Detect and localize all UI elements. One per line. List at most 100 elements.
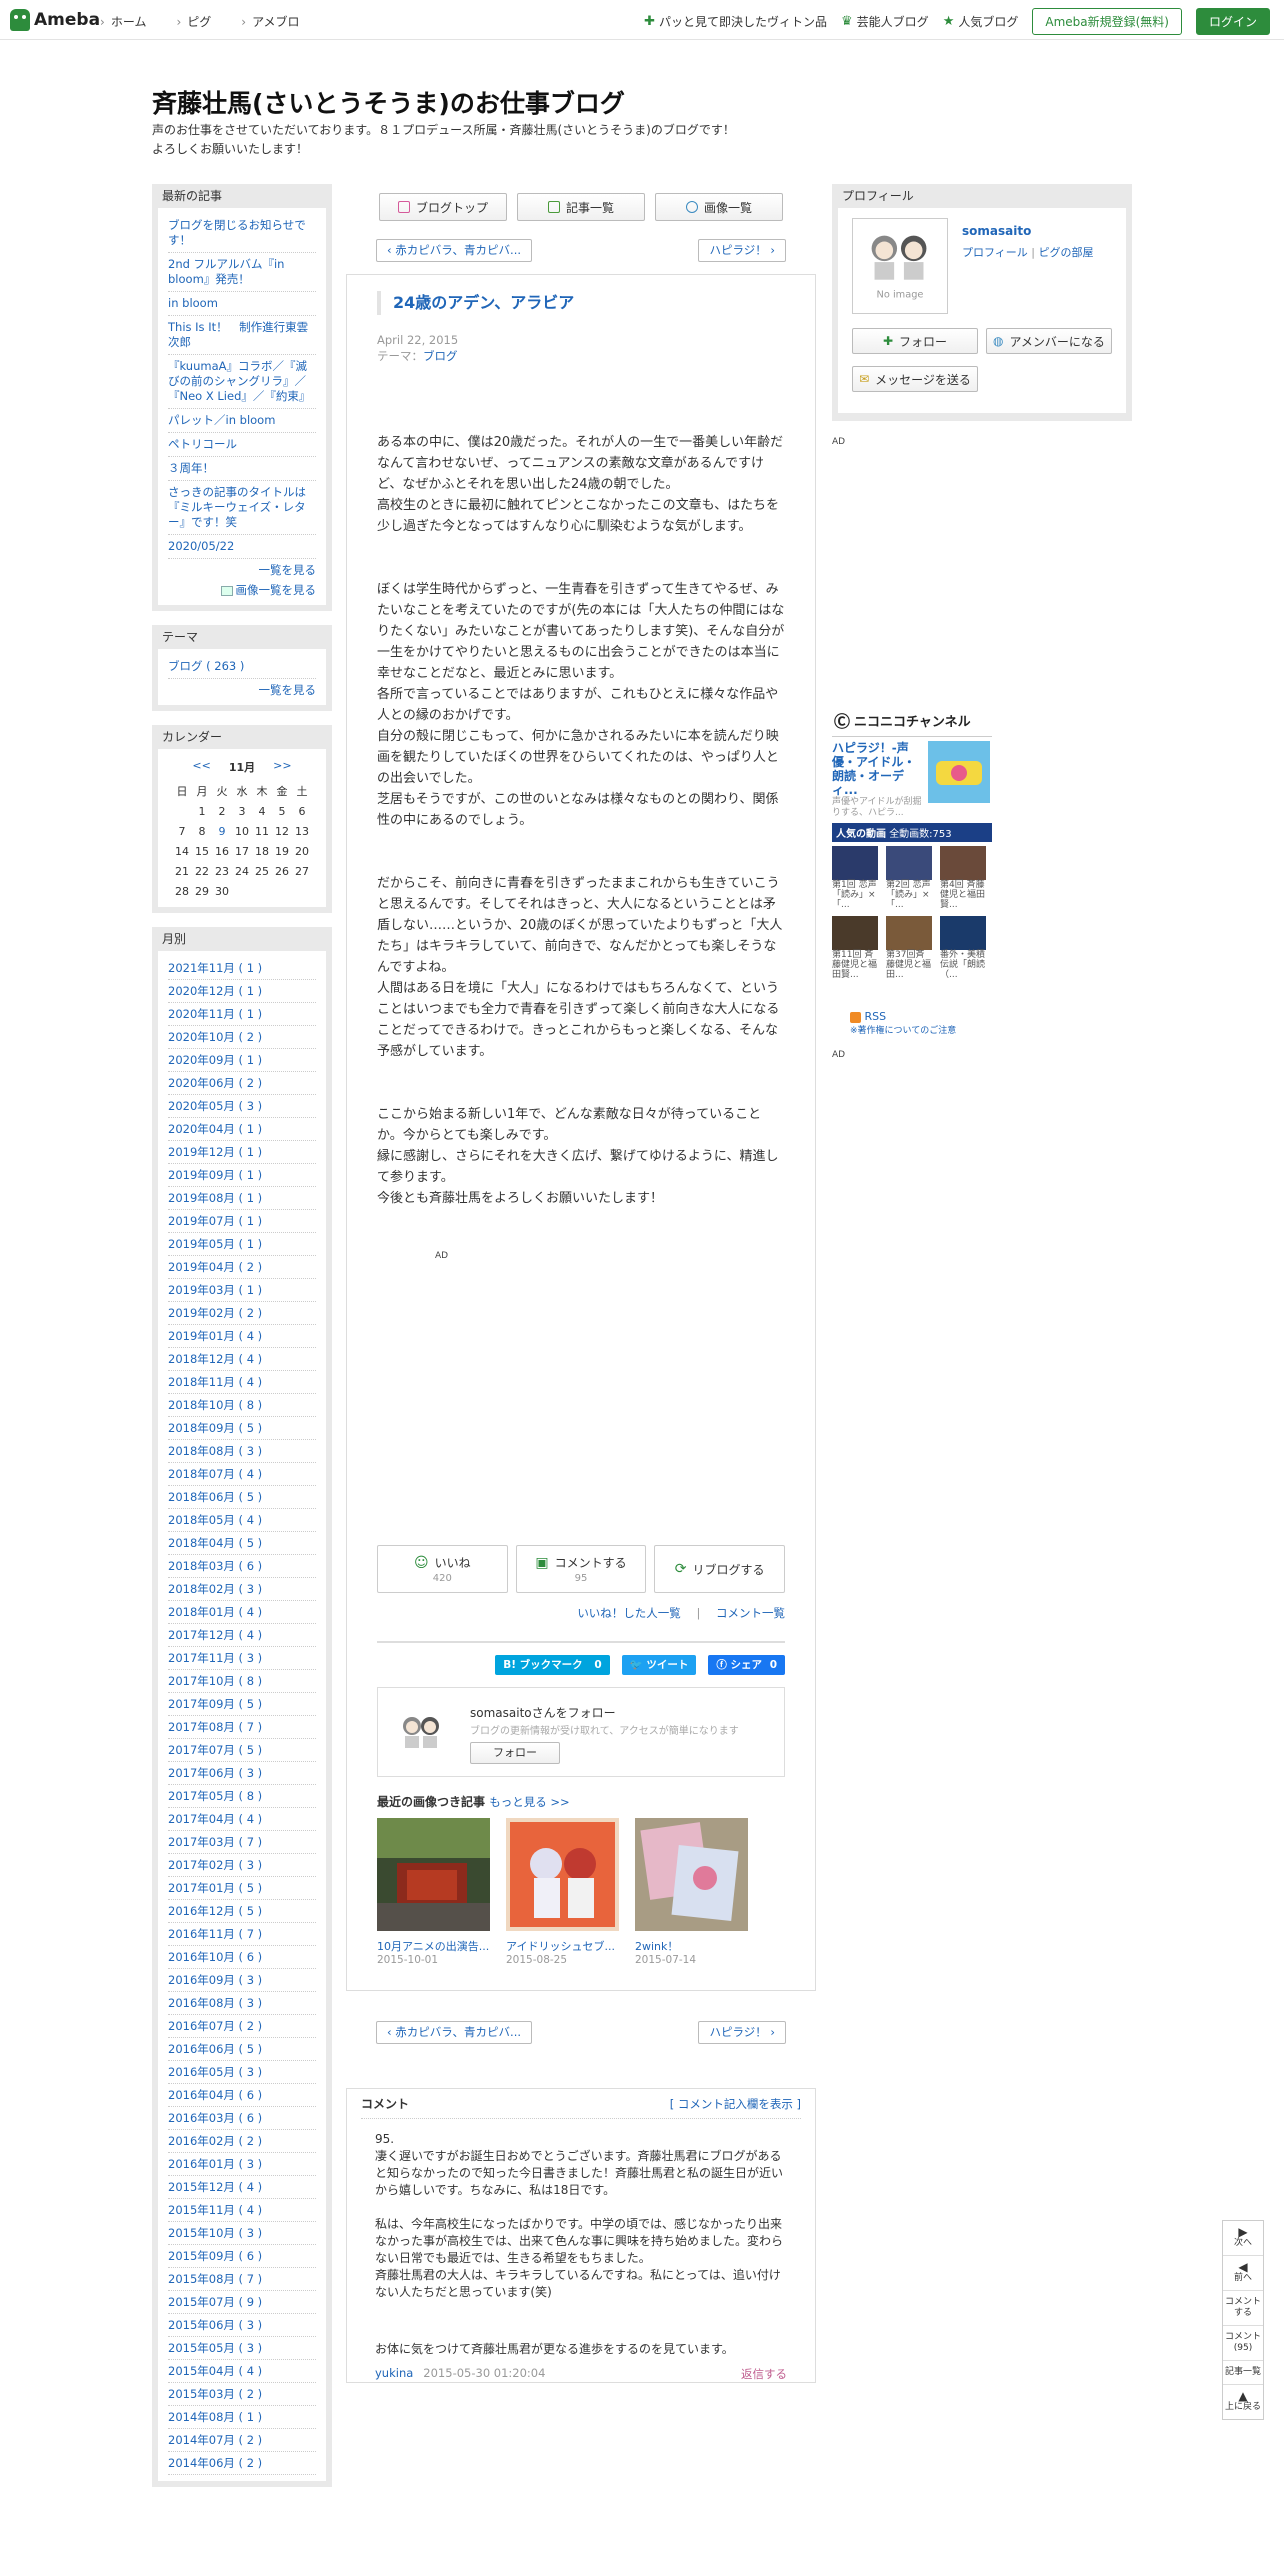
prev-article-float[interactable]: ◀ 前へ bbox=[1223, 2256, 1263, 2291]
monthly-archive-link[interactable]: 2020年10月 ( 2 ) bbox=[168, 1026, 316, 1049]
monthly-archive-link[interactable]: 2018年03月 ( 6 ) bbox=[168, 1555, 316, 1578]
monthly-archive-link[interactable]: 2018年11月 ( 4 ) bbox=[168, 1371, 316, 1394]
prev-article-button[interactable]: ‹ 赤カピバラ、青カピバ... bbox=[376, 239, 533, 262]
monthly-archive-link[interactable]: 2017年10月 ( 8 ) bbox=[168, 1670, 316, 1693]
calendar-prev[interactable]: << bbox=[192, 759, 210, 775]
theme-item[interactable]: ブログ ( 263 ) bbox=[168, 655, 316, 679]
monthly-archive-link[interactable]: 2020年12月 ( 1 ) bbox=[168, 980, 316, 1003]
comment-author[interactable]: yukina bbox=[375, 2366, 413, 2380]
monthly-archive-link[interactable]: 2018年08月 ( 3 ) bbox=[168, 1440, 316, 1463]
like-button[interactable]: ☺ いいね 420 bbox=[377, 1545, 508, 1593]
pigg-room-link[interactable]: ピグの部屋 bbox=[1039, 246, 1094, 259]
monthly-archive-link[interactable]: 2017年06月 ( 3 ) bbox=[168, 1762, 316, 1785]
monthly-archive-link[interactable]: 2019年08月 ( 1 ) bbox=[168, 1187, 316, 1210]
profile-name[interactable]: somasaito bbox=[962, 224, 1031, 238]
amember-button[interactable]: ◍ アメンバーになる bbox=[986, 328, 1112, 354]
monthly-archive-link[interactable]: 2019年03月 ( 1 ) bbox=[168, 1279, 316, 1302]
image-list-link[interactable]: 画像一覧を見る bbox=[168, 579, 316, 599]
monthly-archive-link[interactable]: 2018年02月 ( 3 ) bbox=[168, 1578, 316, 1601]
popular-video[interactable]: 第1回 恋声「読み」×「... bbox=[832, 846, 878, 910]
monthly-archive-link[interactable]: 2019年05月 ( 1 ) bbox=[168, 1233, 316, 1256]
latest-post-link[interactable]: パレット／in bloom bbox=[168, 409, 316, 433]
monthly-archive-link[interactable]: 2019年04月 ( 2 ) bbox=[168, 1256, 316, 1279]
reblog-button[interactable]: ⟳ リブログする bbox=[654, 1545, 786, 1593]
header-link-vuitton[interactable]: ✚ パッと見て即決したヴィトン品 bbox=[644, 13, 827, 30]
monthly-archive-link[interactable]: 2015年04月 ( 4 ) bbox=[168, 2360, 316, 2383]
monthly-archive-link[interactable]: 2017年11月 ( 3 ) bbox=[168, 1647, 316, 1670]
monthly-archive-link[interactable]: 2016年10月 ( 6 ) bbox=[168, 1946, 316, 1969]
tab-image-list[interactable]: 画像一覧 bbox=[655, 193, 783, 221]
monthly-archive-link[interactable]: 2016年02月 ( 2 ) bbox=[168, 2130, 316, 2153]
theme-more-link[interactable]: 一覧を見る bbox=[168, 679, 317, 699]
latest-post-link[interactable]: This Is It！ 制作進行東雲次郎 bbox=[168, 316, 316, 355]
monthly-archive-link[interactable]: 2018年07月 ( 4 ) bbox=[168, 1463, 316, 1486]
register-button[interactable]: Ameba新規登録(無料) bbox=[1032, 8, 1182, 35]
monthly-archive-link[interactable]: 2019年12月 ( 1 ) bbox=[168, 1141, 316, 1164]
monthly-archive-link[interactable]: 2015年08月 ( 7 ) bbox=[168, 2268, 316, 2291]
latest-post-link[interactable]: さっきの記事のタイトルは『ミルキーウェイズ・レター』です！笑 bbox=[168, 481, 316, 535]
header-link-popular[interactable]: ★ 人気ブログ bbox=[943, 13, 1019, 30]
comment-button[interactable]: ▣ コメントする 95 bbox=[515, 1545, 647, 1593]
article-theme-link[interactable]: ブログ bbox=[423, 349, 458, 363]
popular-video[interactable]: 第4回 斉藤健児と福田賢... bbox=[940, 846, 986, 910]
monthly-archive-link[interactable]: 2019年09月 ( 1 ) bbox=[168, 1164, 316, 1187]
monthly-archive-link[interactable]: 2016年09月 ( 3 ) bbox=[168, 1969, 316, 1992]
latest-post-link[interactable]: 2nd フルアルバム『in bloom』発売！ bbox=[168, 253, 316, 292]
monthly-archive-link[interactable]: 2016年12月 ( 5 ) bbox=[168, 1900, 316, 1923]
nav-ameblo[interactable]: アメブロ bbox=[241, 13, 299, 30]
follow-button[interactable]: フォロー bbox=[470, 1742, 560, 1764]
comment-float[interactable]: コメントする bbox=[1223, 2291, 1263, 2326]
popular-video[interactable]: 第2回 恋声「読み」×「... bbox=[886, 846, 932, 910]
monthly-archive-link[interactable]: 2019年02月 ( 2 ) bbox=[168, 1302, 316, 1325]
calendar-day[interactable]: 9 bbox=[212, 821, 232, 841]
monthly-archive-link[interactable]: 2021年11月 ( 1 ) bbox=[168, 957, 316, 980]
monthly-archive-link[interactable]: 2017年09月 ( 5 ) bbox=[168, 1693, 316, 1716]
monthly-archive-link[interactable]: 2018年04月 ( 5 ) bbox=[168, 1532, 316, 1555]
monthly-archive-link[interactable]: 2016年04月 ( 6 ) bbox=[168, 2084, 316, 2107]
recent-post[interactable]: 10月アニメの出演告... 2015-10-01 bbox=[377, 1818, 490, 1966]
monthly-archive-link[interactable]: 2019年01月 ( 4 ) bbox=[168, 1325, 316, 1348]
rss-link[interactable]: RSS bbox=[850, 1010, 956, 1023]
monthly-archive-link[interactable]: 2018年10月 ( 8 ) bbox=[168, 1394, 316, 1417]
recent-post[interactable]: アイドリッシュセブ... 2015-08-25 bbox=[506, 1818, 619, 1966]
next-article-button[interactable]: ハピラジ！ › bbox=[698, 2021, 786, 2044]
monthly-archive-link[interactable]: 2014年08月 ( 1 ) bbox=[168, 2406, 316, 2429]
popular-video[interactable]: 第37回斉藤健児と福田... bbox=[886, 916, 932, 980]
monthly-archive-link[interactable]: 2016年03月 ( 6 ) bbox=[168, 2107, 316, 2130]
latest-post-link[interactable]: 『kuumaA』コラボ／『滅びの前のシャングリラ』／『Neo X Lied』／『… bbox=[168, 355, 316, 409]
monthly-archive-link[interactable]: 2017年04月 ( 4 ) bbox=[168, 1808, 316, 1831]
monthly-archive-link[interactable]: 2015年06月 ( 3 ) bbox=[168, 2314, 316, 2337]
monthly-archive-link[interactable]: 2016年11月 ( 7 ) bbox=[168, 1923, 316, 1946]
monthly-archive-link[interactable]: 2017年12月 ( 4 ) bbox=[168, 1624, 316, 1647]
monthly-archive-link[interactable]: 2018年12月 ( 4 ) bbox=[168, 1348, 316, 1371]
login-button[interactable]: ログイン bbox=[1195, 8, 1270, 35]
monthly-archive-link[interactable]: 2016年01月 ( 3 ) bbox=[168, 2153, 316, 2176]
monthly-archive-link[interactable]: 2020年06月 ( 2 ) bbox=[168, 1072, 316, 1095]
monthly-archive-link[interactable]: 2020年04月 ( 1 ) bbox=[168, 1118, 316, 1141]
blog-title[interactable]: 斉藤壮馬(さいとうそうま)のお仕事ブログ bbox=[152, 84, 625, 120]
nav-home[interactable]: ホーム bbox=[100, 13, 147, 30]
monthly-archive-link[interactable]: 2018年05月 ( 4 ) bbox=[168, 1509, 316, 1532]
comment-list-link[interactable]: コメント一覧 bbox=[716, 1606, 785, 1620]
monthly-archive-link[interactable]: 2017年03月 ( 7 ) bbox=[168, 1831, 316, 1854]
tab-blog-top[interactable]: ブログトップ bbox=[379, 193, 507, 221]
monthly-archive-link[interactable]: 2017年08月 ( 7 ) bbox=[168, 1716, 316, 1739]
popular-video[interactable]: 第11回 斉藤健児と福田賢... bbox=[832, 916, 878, 980]
monthly-archive-link[interactable]: 2016年06月 ( 5 ) bbox=[168, 2038, 316, 2061]
monthly-archive-link[interactable]: 2017年05月 ( 8 ) bbox=[168, 1785, 316, 1808]
nav-pigg[interactable]: ピグ bbox=[176, 13, 211, 30]
monthly-archive-link[interactable]: 2015年09月 ( 6 ) bbox=[168, 2245, 316, 2268]
monthly-archive-link[interactable]: 2015年05月 ( 3 ) bbox=[168, 2337, 316, 2360]
reply-link[interactable]: 返信する bbox=[741, 2366, 787, 2382]
monthly-archive-link[interactable]: 2015年11月 ( 4 ) bbox=[168, 2199, 316, 2222]
header-link-celebrity[interactable]: ♛ 芸能人ブログ bbox=[841, 13, 929, 30]
monthly-archive-link[interactable]: 2016年05月 ( 3 ) bbox=[168, 2061, 316, 2084]
tweet-button[interactable]: 🐦 ツイート bbox=[621, 1655, 697, 1675]
monthly-archive-link[interactable]: 2016年07月 ( 2 ) bbox=[168, 2015, 316, 2038]
monthly-archive-link[interactable]: 2015年03月 ( 2 ) bbox=[168, 2383, 316, 2406]
comment-count-float[interactable]: コメント(95) bbox=[1223, 2326, 1263, 2361]
copyright-notice-link[interactable]: ※著作権についてのご注意 bbox=[850, 1026, 956, 1036]
monthly-archive-link[interactable]: 2018年01月 ( 4 ) bbox=[168, 1601, 316, 1624]
hatena-bookmark-button[interactable]: B! ブックマーク 0 bbox=[495, 1655, 610, 1675]
ameba-logo[interactable]: Ameba bbox=[10, 9, 100, 31]
